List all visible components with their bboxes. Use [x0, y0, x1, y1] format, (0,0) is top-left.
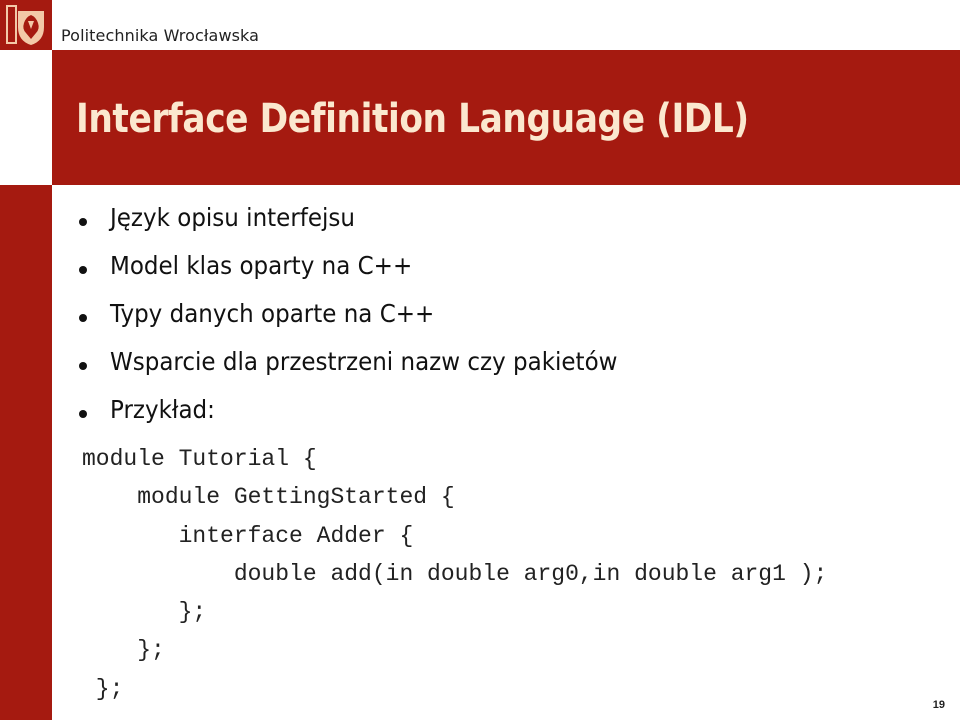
code-line: interface Adder {	[82, 522, 414, 549]
bullet-icon	[79, 314, 87, 322]
bullet-text: Wsparcie dla przestrzeni nazw czy pakiet…	[110, 347, 618, 376]
code-line: };	[82, 637, 165, 664]
code-line: module GettingStarted {	[82, 484, 455, 511]
left-decorative-strip	[0, 185, 52, 720]
bullet-text: Język opisu interfejsu	[110, 203, 355, 232]
code-line: };	[82, 675, 124, 702]
bullet-icon	[79, 266, 87, 274]
eagle-crest-icon	[6, 5, 44, 45]
bullet-text: Typy danych oparte na C++	[110, 299, 435, 328]
bullet-icon	[79, 218, 87, 226]
idl-code-example: module Tutorial { module GettingStarted …	[82, 440, 827, 708]
page-number: 19	[932, 699, 945, 711]
university-logo	[0, 0, 52, 50]
bullet-icon	[79, 362, 87, 370]
bullet-icon	[79, 410, 87, 418]
title-band: Interface Definition Language (IDL)	[52, 50, 960, 185]
code-line: module Tutorial {	[82, 446, 317, 472]
code-line: double add(in double arg0,in double arg1…	[82, 560, 828, 587]
brand-name: Politechnika Wrocławska	[61, 26, 260, 45]
slide-title: Interface Definition Language (IDL)	[76, 96, 749, 142]
bullet-text: Przykład:	[110, 395, 215, 424]
bullet-text: Model klas oparty na C++	[110, 251, 413, 280]
code-line: };	[82, 599, 207, 626]
